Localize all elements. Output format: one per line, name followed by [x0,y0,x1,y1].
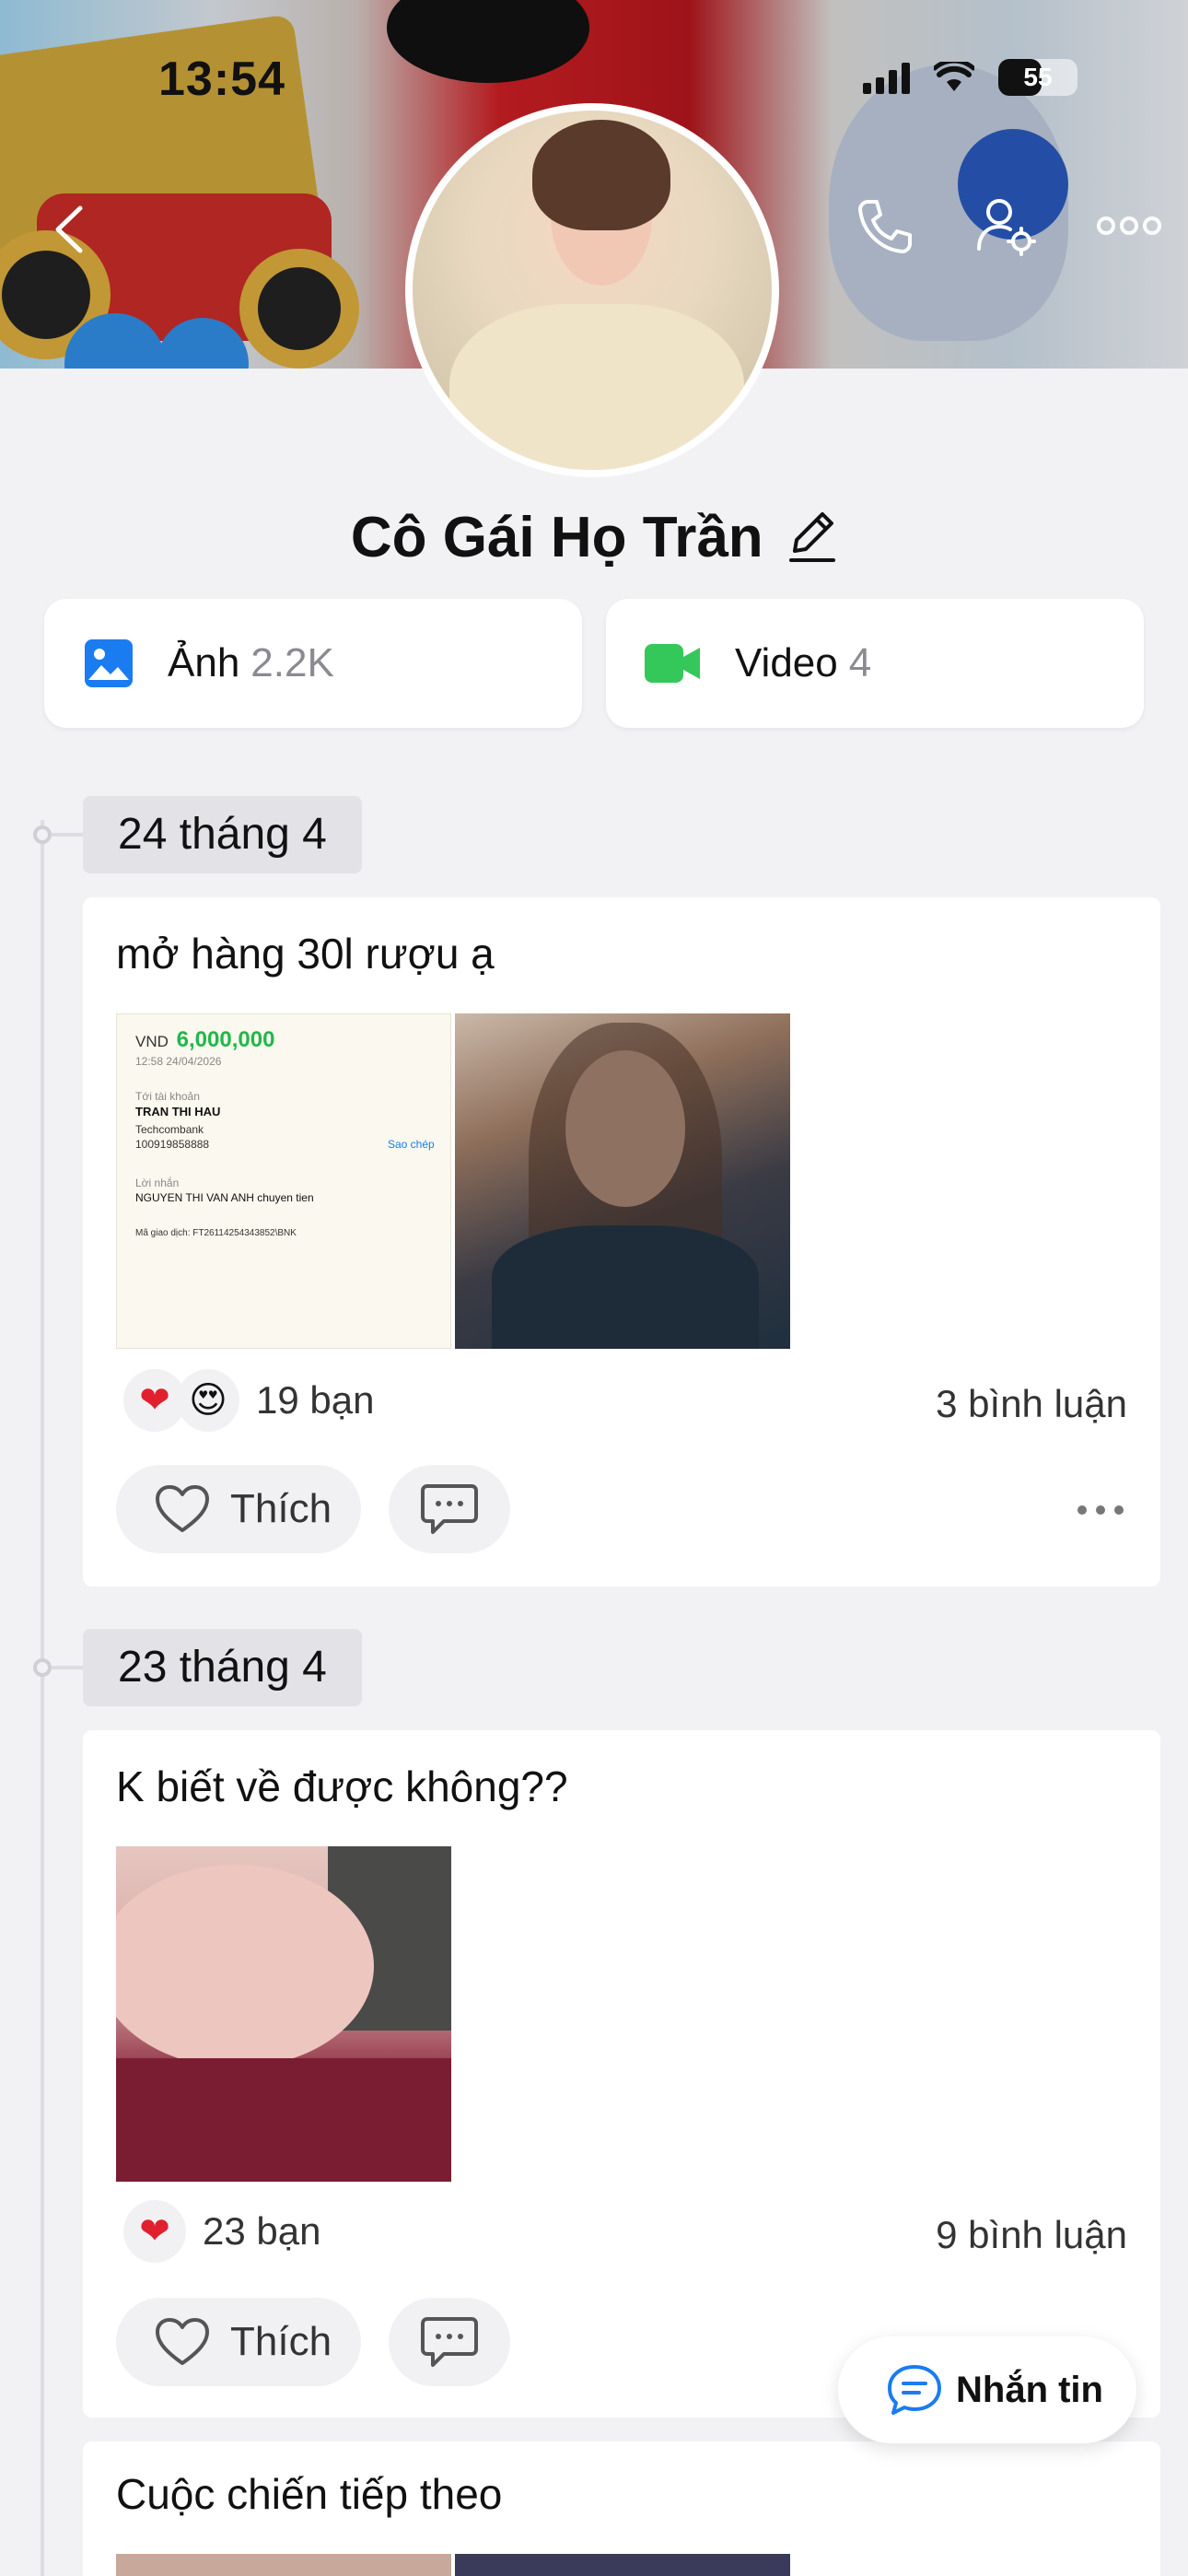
post-text: mở hàng 30l rượu ạ [116,930,495,978]
profile-settings-button[interactable] [969,189,1042,263]
receipt-account-no: 100919858888 [135,1138,210,1151]
heart-reaction-icon: ❤ [123,2200,186,2263]
timeline-dot [33,825,52,844]
reaction-count: 23 bạn [203,2209,321,2253]
date-chip: 23 tháng 4 [83,1629,362,1706]
heart-outline-icon [156,2318,209,2365]
receipt-account-name: TRAN THI HAU [135,1105,221,1118]
post-image[interactable] [116,2554,451,2576]
heart-outline-icon [156,1485,209,1532]
post-card[interactable]: Cuộc chiến tiếp theo [83,2441,1160,2576]
receipt-message: NGUYEN THI VAN ANH chuyen tien [135,1191,314,1204]
receipt-message-label: Lời nhắn [135,1177,180,1189]
timeline-connector [52,1666,83,1669]
status-time: 13:54 [158,53,285,106]
post-text: K biết về được không?? [116,1762,568,1810]
receipt-time: 12:58 24/04/2026 [135,1055,222,1068]
profile-name-row: Cô Gái Họ Trần [0,505,1188,570]
post-card[interactable]: mở hàng 30l rượu ạ VND 6,000,000 12:58 2… [83,897,1160,1587]
reaction-count: 19 bạn [256,1378,375,1422]
like-button[interactable]: Thích [116,1465,361,1553]
profile-name: Cô Gái Họ Trần [350,506,763,569]
status-icons: 55 [863,59,1077,96]
timeline-line [41,820,44,2576]
post-image[interactable] [116,1846,451,2182]
signal-icon [863,61,910,94]
battery-icon: 55 [998,59,1077,96]
videos-button[interactable]: Video 4 [606,599,1144,728]
comment-count[interactable]: 3 bình luận [936,1382,1127,1426]
user-settings-icon [977,199,1036,256]
post-more-button[interactable] [1077,1505,1124,1515]
wifi-icon [934,62,974,91]
receipt-copy-label: Sao chép [388,1138,435,1151]
call-button[interactable] [847,189,921,263]
receipt-amount: 6,000,000 [176,1027,275,1052]
pencil-icon [789,512,836,562]
avatar[interactable] [405,103,779,477]
chevron-left-icon [55,205,83,253]
message-button[interactable]: Nhắn tin [838,2336,1136,2443]
receipt-transaction: Mã giao dịch: FT26114254343852\BNK [135,1228,297,1238]
like-button[interactable]: Thích [116,2298,361,2386]
back-button[interactable] [37,197,101,262]
receipt-to-label: Tới tài khoản [135,1090,200,1103]
edit-name-button[interactable] [787,507,837,568]
like-label: Thích [230,2319,332,2364]
date-chip: 24 tháng 4 [83,796,362,873]
reactions[interactable]: ❤ 😍 19 bạn [123,1369,374,1432]
photos-count: 2.2K [250,640,334,685]
post-image-portrait[interactable] [455,1013,790,1349]
timeline-connector [52,833,83,837]
heart-eyes-reaction-icon: 😍 [177,1369,239,1432]
reactions[interactable]: ❤ 23 bạn [123,2200,320,2263]
comment-count[interactable]: 9 bình luận [936,2213,1127,2257]
receipt-currency: VND [135,1033,169,1050]
post-text: Cuộc chiến tiếp theo [116,2470,503,2518]
photos-button[interactable]: Ảnh 2.2K [44,599,582,728]
message-button-label: Nhắn tin [956,2369,1103,2410]
image-icon [85,639,133,687]
timeline-dot [33,1658,52,1677]
more-options-button[interactable] [1092,198,1166,253]
photos-label: Ảnh [168,640,240,685]
comment-icon [421,2317,478,2367]
chat-bubble-icon [888,2365,941,2415]
post-image-receipt[interactable]: VND 6,000,000 12:58 24/04/2026 Tới tài k… [116,1013,451,1349]
more-icon [1097,217,1161,235]
post-card[interactable]: K biết về được không?? ❤ 23 bạn 9 bình l… [83,1730,1160,2418]
like-label: Thích [230,1486,332,1531]
comment-button[interactable] [389,1465,510,1553]
phone-icon [858,200,912,253]
post-image[interactable] [455,2554,790,2576]
receipt-bank: Techcombank [135,1123,204,1136]
comment-icon [421,1484,478,1534]
video-camera-icon [645,644,700,683]
comment-button[interactable] [389,2298,510,2386]
videos-label: Video [735,640,838,685]
videos-count: 4 [848,640,872,685]
